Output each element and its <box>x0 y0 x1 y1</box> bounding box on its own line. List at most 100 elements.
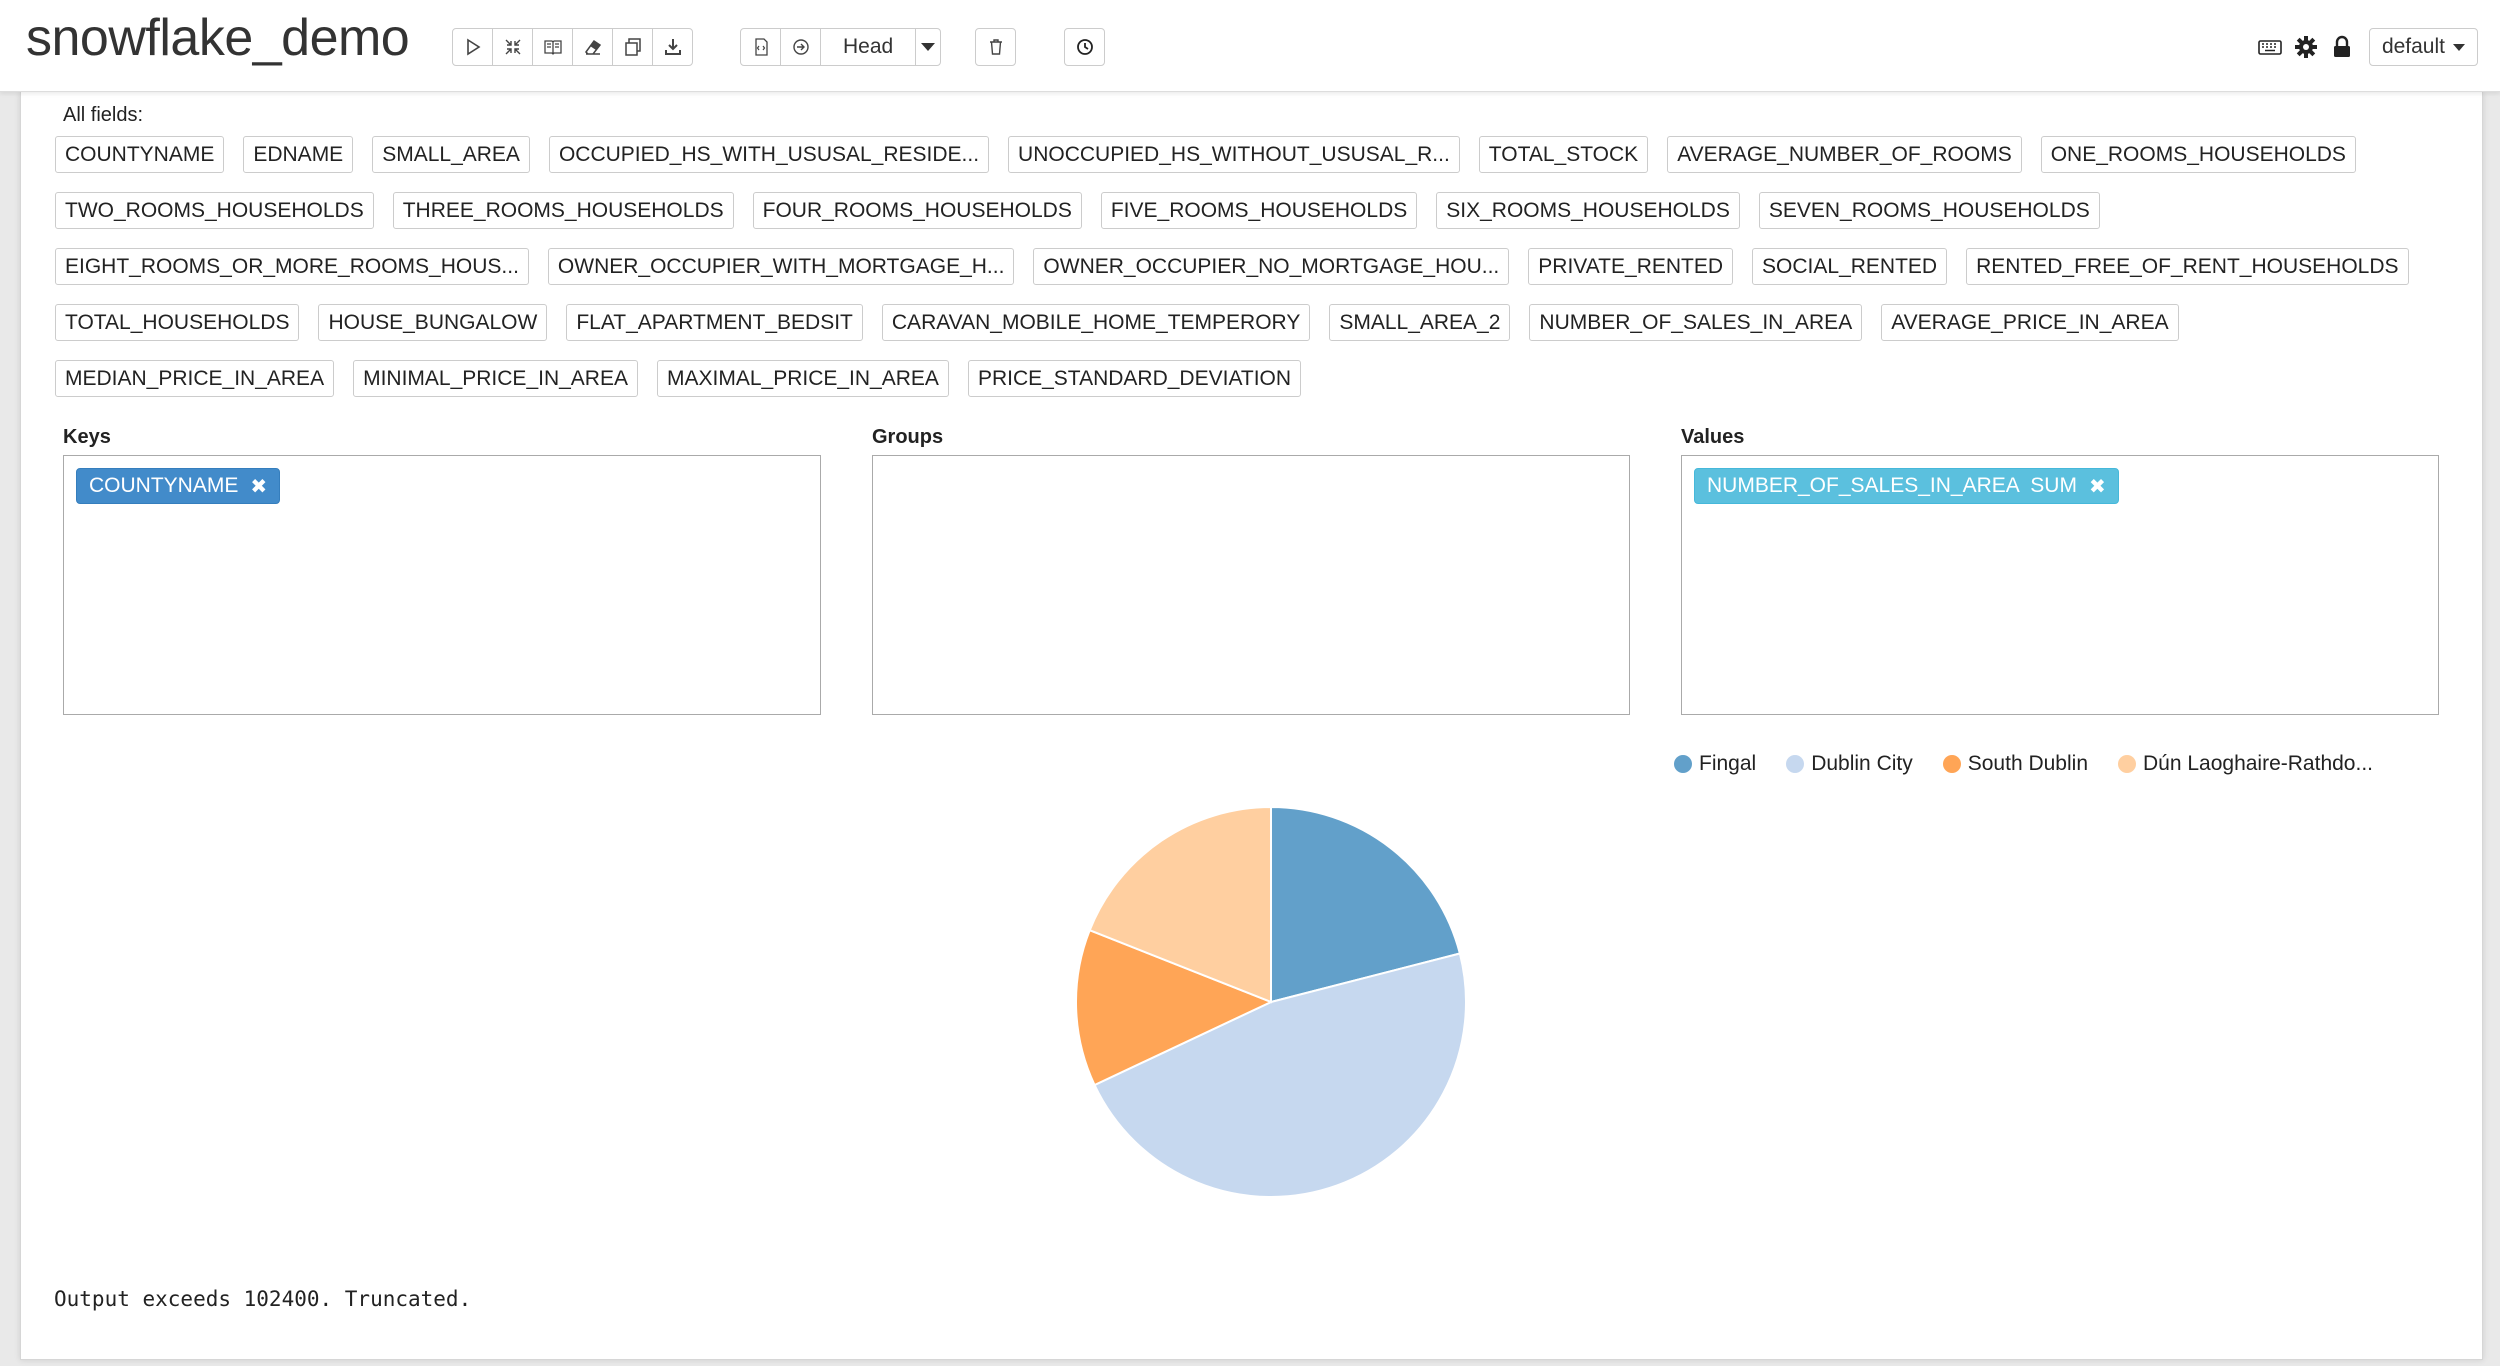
right-tools: default <box>2255 28 2478 66</box>
field-chip[interactable]: OCCUPIED_HS_WITH_USUSAL_RESIDE... <box>548 136 990 173</box>
cell-actions-group <box>452 28 693 66</box>
field-chip[interactable]: UNOCCUPIED_HS_WITHOUT_USUSAL_R... <box>1008 136 1460 173</box>
field-chip[interactable]: MINIMAL_PRICE_IN_AREA <box>353 360 638 397</box>
history-button[interactable] <box>1064 28 1105 66</box>
field-chip[interactable]: SIX_ROOMS_HOUSEHOLDS <box>1436 192 1740 229</box>
groups-drop-zone[interactable] <box>872 455 1630 715</box>
field-chip[interactable]: TWO_ROOMS_HOUSEHOLDS <box>55 192 374 229</box>
download-button[interactable] <box>652 28 693 66</box>
legend-label: Dublin City <box>1811 752 1913 775</box>
field-chip[interactable]: PRICE_STANDARD_DEVIATION <box>967 360 1302 397</box>
pie-chart <box>1051 792 1511 1252</box>
eraser-icon <box>584 39 601 55</box>
pie-chart-svg <box>1075 805 1467 1198</box>
field-chip[interactable]: TOTAL_HOUSEHOLDS <box>55 304 300 341</box>
key-tag-label: COUNTYNAME <box>89 474 239 497</box>
field-chip[interactable]: AVERAGE_PRICE_IN_AREA <box>1881 304 2179 341</box>
collapse-button[interactable] <box>492 28 533 66</box>
field-chip[interactable]: FIVE_ROOMS_HOUSEHOLDS <box>1100 192 1418 229</box>
field-chip[interactable]: PRIVATE_RENTED <box>1528 248 1734 285</box>
notebook-title[interactable]: snowflake_demo <box>26 8 410 68</box>
settings-button[interactable] <box>2291 32 2321 62</box>
values-label: Values <box>1681 426 1745 448</box>
field-chip[interactable]: SOCIAL_RENTED <box>1752 248 1948 285</box>
field-chip[interactable]: MAXIMAL_PRICE_IN_AREA <box>657 360 949 397</box>
chevron-down-icon <box>2453 43 2465 51</box>
keys-drop-zone[interactable]: COUNTYNAME ✖ <box>63 455 821 715</box>
close-icon[interactable]: ✖ <box>2089 474 2106 499</box>
kernel-select[interactable]: default <box>2368 28 2478 66</box>
field-chip[interactable]: ONE_ROOMS_HOUSEHOLDS <box>2040 136 2356 173</box>
keyboard-icon <box>2258 40 2282 55</box>
code-button[interactable] <box>740 28 781 66</box>
field-chip[interactable]: FLAT_APARTMENT_BEDSIT <box>566 304 863 341</box>
book-icon <box>543 40 562 55</box>
field-chip[interactable]: SMALL_AREA_2 <box>1329 304 1511 341</box>
run-icon <box>466 38 480 56</box>
version-group: Head <box>740 28 942 66</box>
legend-item[interactable]: South Dublin <box>1942 752 2088 776</box>
field-chip[interactable]: SMALL_AREA <box>372 136 530 173</box>
close-icon[interactable]: ✖ <box>250 474 267 499</box>
run-button[interactable] <box>452 28 493 66</box>
field-chip[interactable]: HOUSE_BUNGALOW <box>318 304 548 341</box>
delete-button[interactable] <box>975 28 1016 66</box>
lock-icon <box>2333 35 2350 57</box>
paragraph-output: All fields: COUNTYNAME EDNAME SMALL_AREA OC… <box>20 92 2483 1360</box>
legend-item[interactable]: Dún Laoghaire-Rathdo... <box>2118 752 2373 776</box>
legend-swatch <box>2118 755 2136 773</box>
output-truncated-note: Output exceeds 102400. Truncated. <box>54 1287 472 1311</box>
key-tag[interactable]: COUNTYNAME ✖ <box>76 468 281 504</box>
kernel-label: default <box>2381 35 2445 58</box>
field-chip[interactable]: OWNER_OCCUPIER_WITH_MORTGAGE_H... <box>547 248 1015 285</box>
legend-swatch <box>1674 755 1692 773</box>
copy-icon <box>624 38 641 56</box>
collapse-icon <box>505 39 520 55</box>
values-drop-zone[interactable]: NUMBER_OF_SALES_IN_AREA SUM ✖ <box>1681 455 2439 715</box>
field-chip[interactable]: SEVEN_ROOMS_HOUSEHOLDS <box>1758 192 2100 229</box>
all-fields-list: COUNTYNAME EDNAME SMALL_AREA OCCUPIED_HS_WI… <box>55 136 2475 416</box>
copy-button[interactable] <box>612 28 653 66</box>
field-chip[interactable]: RENTED_FREE_OF_RENT_HOUSEHOLDS <box>1966 248 2409 285</box>
field-chip[interactable]: TOTAL_STOCK <box>1478 136 1649 173</box>
download-icon <box>664 39 681 55</box>
clear-output-button[interactable] <box>572 28 613 66</box>
field-chip[interactable]: CARAVAN_MOBILE_HOME_TEMPERORY <box>881 304 1311 341</box>
keyboard-shortcuts-button[interactable] <box>2255 32 2285 62</box>
field-chip[interactable]: OWNER_OCCUPIER_NO_MORTGAGE_HOU... <box>1033 248 1510 285</box>
branch-select[interactable]: Head <box>820 28 917 66</box>
legend-label: Fingal <box>1699 752 1757 775</box>
field-chip[interactable]: NUMBER_OF_SALES_IN_AREA <box>1529 304 1863 341</box>
field-chip[interactable]: COUNTYNAME <box>55 136 225 173</box>
legend-item[interactable]: Fingal <box>1674 752 1756 776</box>
legend-label: South Dublin <box>1967 752 2088 775</box>
code-icon <box>754 38 768 56</box>
legend-swatch <box>1942 755 1961 773</box>
value-tag[interactable]: NUMBER_OF_SALES_IN_AREA SUM ✖ <box>1694 468 2119 504</box>
keys-label: Keys <box>63 426 111 448</box>
gear-icon <box>2294 36 2317 58</box>
clock-icon <box>1076 39 1093 55</box>
legend-swatch <box>1786 755 1805 773</box>
history-group <box>1064 28 1105 66</box>
delete-group <box>975 28 1016 66</box>
groups-label: Groups <box>872 426 944 448</box>
lock-button[interactable] <box>2327 32 2357 62</box>
field-chip[interactable]: MEDIAN_PRICE_IN_AREA <box>55 360 335 397</box>
commit-button[interactable] <box>780 28 821 66</box>
notebook-header: snowflake_demo Head default <box>0 0 2500 92</box>
all-fields-label: All fields: <box>63 104 144 126</box>
field-chip[interactable]: AVERAGE_NUMBER_OF_ROOMS <box>1667 136 2022 173</box>
arrow-right-icon <box>792 39 809 55</box>
field-chip[interactable]: FOUR_ROOMS_HOUSEHOLDS <box>752 192 1082 229</box>
docs-button[interactable] <box>532 28 573 66</box>
trash-icon <box>989 39 1002 55</box>
value-tag-label: NUMBER_OF_SALES_IN_AREA SUM <box>1707 474 2077 497</box>
legend-item[interactable]: Dublin City <box>1786 752 1913 776</box>
field-chip[interactable]: EIGHT_ROOMS_OR_MORE_ROOMS_HOUS... <box>55 248 529 285</box>
chevron-down-icon <box>921 43 936 51</box>
field-chip[interactable]: THREE_ROOMS_HOUSEHOLDS <box>392 192 734 229</box>
field-chip[interactable]: EDNAME <box>243 136 354 173</box>
branch-dropdown-button[interactable] <box>915 28 942 66</box>
chart-legend: Fingal Dublin City South Dublin Dún Laoghai… <box>1674 752 2403 776</box>
